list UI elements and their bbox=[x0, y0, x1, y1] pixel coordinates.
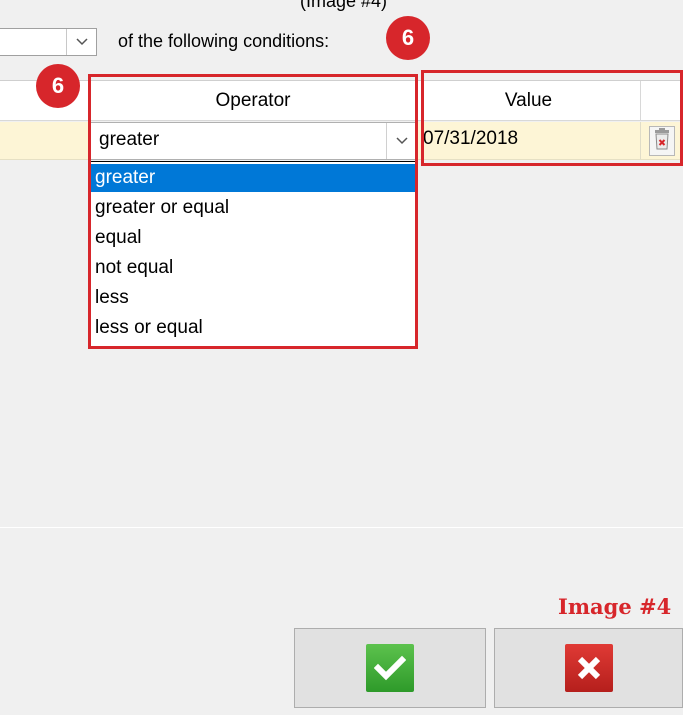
annotation-badge: 6 bbox=[386, 16, 430, 60]
close-icon bbox=[564, 644, 613, 692]
row-selector-cell[interactable] bbox=[0, 122, 90, 160]
condition-label: of the following conditions: bbox=[118, 31, 330, 51]
ok-button[interactable] bbox=[294, 628, 486, 708]
annotation-box-value bbox=[421, 70, 683, 166]
annotation-badge: 6 bbox=[36, 64, 80, 108]
checkmark-icon bbox=[366, 644, 414, 692]
image-label: Image #4 bbox=[558, 594, 672, 619]
annotation-box-operator bbox=[88, 74, 418, 349]
cancel-button[interactable] bbox=[494, 628, 683, 708]
chevron-down-icon[interactable] bbox=[66, 29, 96, 55]
cut-off-caption: (Image #4) bbox=[300, 0, 388, 11]
condition-combo[interactable] bbox=[0, 28, 97, 56]
